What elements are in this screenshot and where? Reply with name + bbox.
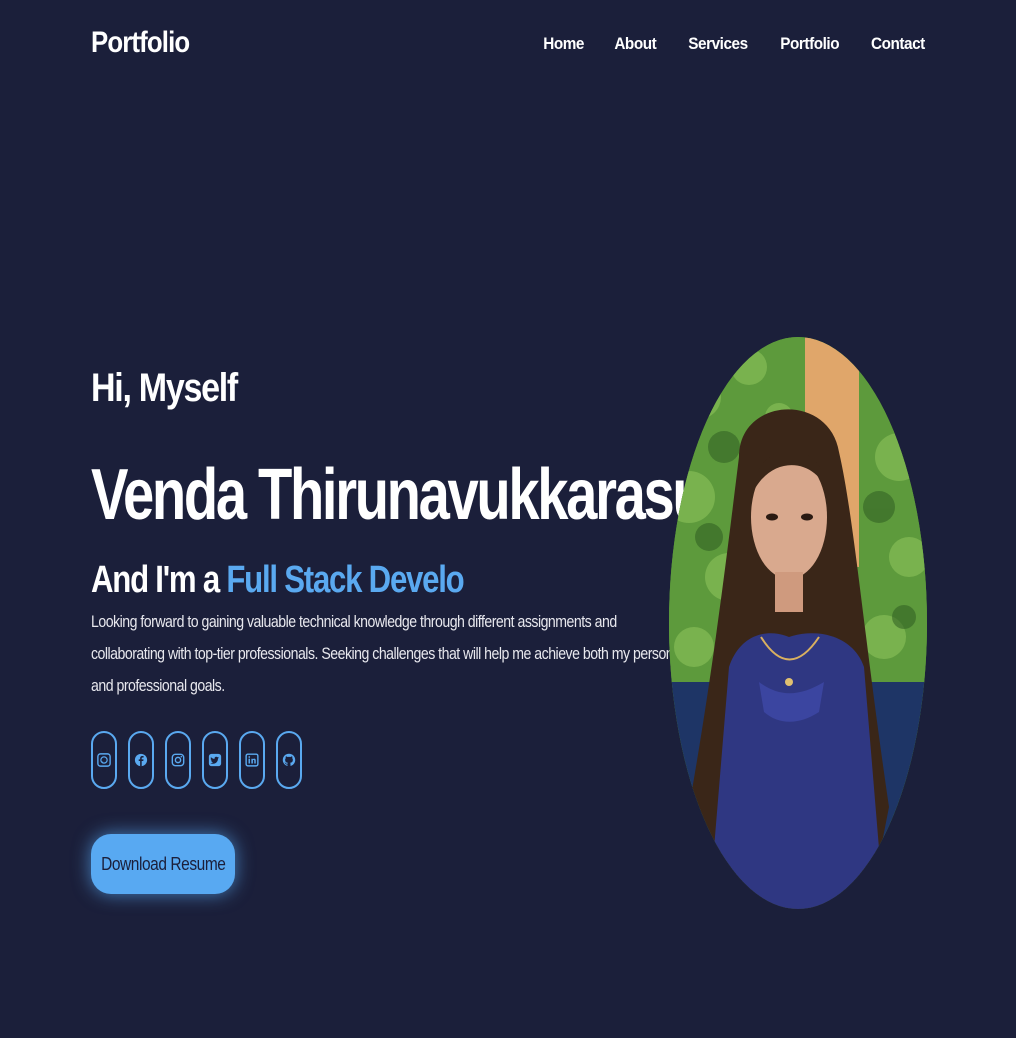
download-resume-label: Download Resume (100, 853, 226, 874)
hero-role: And I'm a Full Stack Develo (91, 559, 583, 602)
hero-bio: Looking forward to gaining valuable tech… (91, 612, 684, 695)
github-link[interactable] (276, 731, 302, 789)
linkedin-link[interactable] (239, 731, 265, 789)
twitter-icon (208, 753, 222, 767)
profile-photo (669, 337, 927, 909)
nav-link-contact[interactable]: Contact (871, 34, 925, 54)
whatsapp-icon (97, 753, 111, 767)
nav-link-services[interactable]: Services (688, 34, 748, 54)
download-resume-button[interactable]: Download Resume (91, 834, 235, 894)
role-typed-text: Full Stack Develo (226, 559, 464, 601)
instagram-link[interactable] (165, 731, 191, 789)
navbar: Portfolio Home About Services Portfolio … (0, 0, 1016, 92)
linkedin-icon (245, 753, 259, 767)
hero-greeting: Hi, Myself (91, 366, 238, 410)
nav-link-home[interactable]: Home (543, 34, 584, 54)
nav-menu: Home About Services Portfolio Contact (541, 34, 928, 54)
github-icon (282, 753, 296, 766)
nav-link-portfolio[interactable]: Portfolio (780, 34, 839, 54)
site-logo[interactable]: Portfolio (91, 26, 190, 60)
role-prefix: And I'm a (91, 559, 227, 601)
profile-photo-illustration (669, 337, 927, 909)
facebook-link[interactable] (128, 731, 154, 789)
whatsapp-link[interactable] (91, 731, 117, 789)
hero-section: Hi, Myself Venda Thirunavukkarasu And I'… (91, 366, 707, 702)
facebook-icon (134, 753, 148, 767)
social-links (91, 731, 302, 789)
instagram-icon (171, 753, 185, 767)
twitter-link[interactable] (202, 731, 228, 789)
hero-name: Venda Thirunavukkarasu (91, 455, 707, 535)
nav-link-about[interactable]: About (615, 34, 657, 54)
